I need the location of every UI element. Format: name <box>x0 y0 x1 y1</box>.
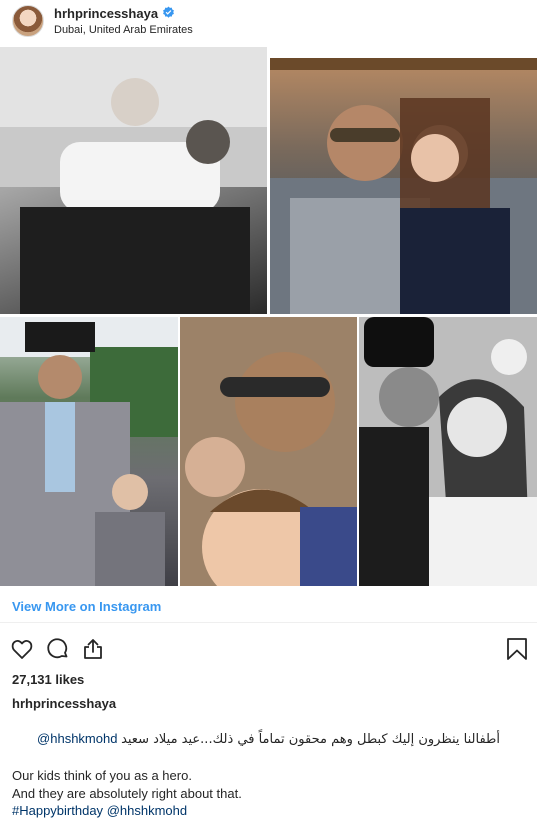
hashtag-link[interactable]: #Happybirthday <box>12 803 103 818</box>
caption-line-2: And they are absolutely right about that… <box>12 786 242 801</box>
avatar[interactable] <box>12 5 44 37</box>
caption-arabic-mention-link[interactable]: @hhshkmohd <box>37 731 117 746</box>
photo-2 <box>270 58 537 314</box>
divider <box>0 622 537 623</box>
header-location[interactable]: Dubai, United Arab Emirates <box>54 24 193 36</box>
caption-mention-link[interactable]: @hhshkmohd <box>107 803 187 818</box>
photo-1 <box>0 47 267 314</box>
heart-icon[interactable] <box>10 637 34 661</box>
instagram-embed: hrhprincesshaya Dubai, United Arab Emira… <box>0 0 537 825</box>
photo-collage[interactable] <box>0 45 537 587</box>
caption-line-1: Our kids think of you as a hero. <box>12 768 192 783</box>
caption-arabic-text: أطفالنا ينظرون إليك كبطل وهم محقون تماما… <box>121 732 500 747</box>
post-header: hrhprincesshaya Dubai, United Arab Emira… <box>0 0 537 44</box>
verified-badge-icon <box>162 6 175 19</box>
caption-arabic-line: أطفالنا ينظرون إليك كبطل وهم محقون تماما… <box>12 731 500 747</box>
view-more-on-instagram-link[interactable]: View More on Instagram <box>12 599 161 614</box>
photo-4 <box>180 317 357 586</box>
share-icon[interactable] <box>81 637 105 661</box>
photo-5 <box>359 317 537 586</box>
caption-username[interactable]: hrhprincesshaya <box>12 696 116 711</box>
header-username[interactable]: hrhprincesshaya <box>54 6 158 21</box>
bookmark-icon[interactable] <box>505 637 529 661</box>
caption-line-3: #Happybirthday @hhshkmohd <box>12 803 187 818</box>
comment-icon[interactable] <box>46 637 70 661</box>
likes-count[interactable]: 27,131 likes <box>12 672 84 687</box>
photo-3 <box>0 317 178 586</box>
